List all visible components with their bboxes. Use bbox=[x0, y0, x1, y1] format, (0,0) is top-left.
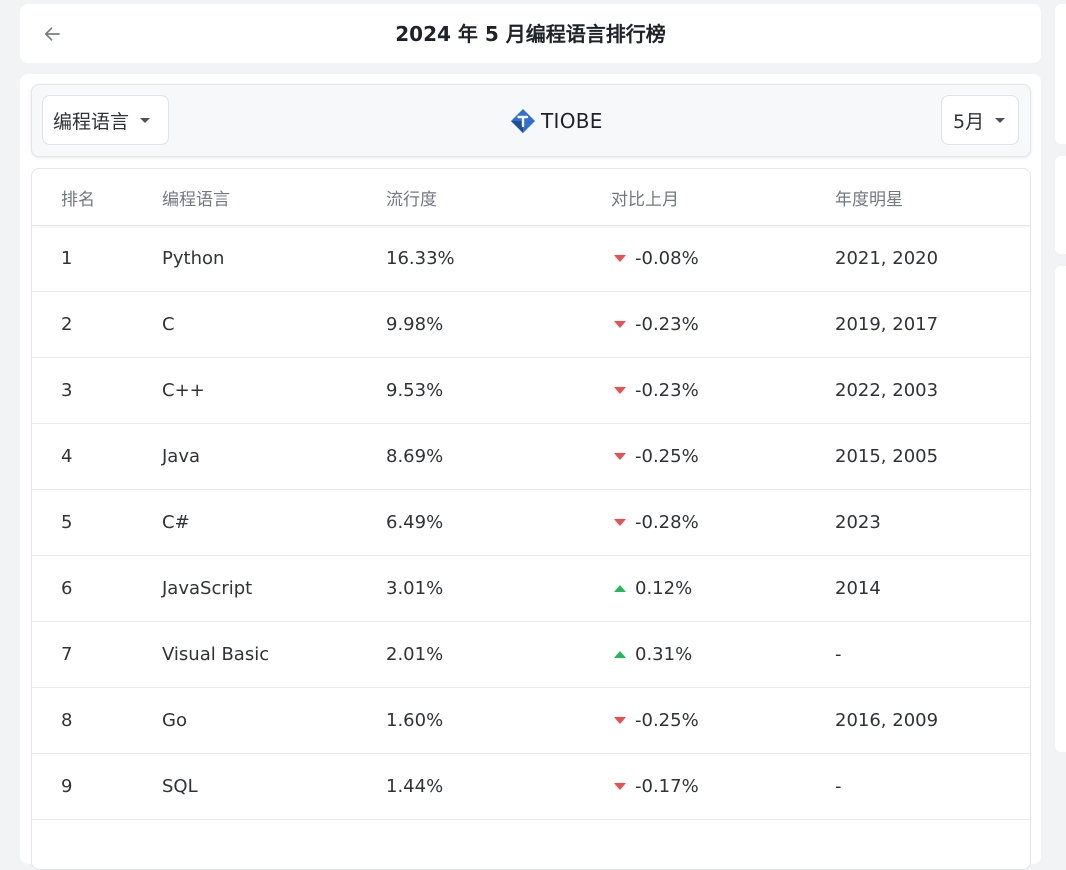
language-cell: C++ bbox=[162, 380, 205, 401]
change-cell: -0.23% bbox=[611, 292, 699, 357]
triangle-down-icon bbox=[614, 783, 626, 790]
hall-of-fame-cell: - bbox=[835, 776, 842, 797]
table-row[interactable]: 5 C# 6.49% -0.28% 2023 bbox=[32, 490, 1030, 556]
triangle-down-icon bbox=[614, 717, 626, 724]
triangle-down-icon bbox=[614, 453, 626, 460]
filter-toolbar: 编程语言 TIOBE 5月 bbox=[31, 84, 1031, 157]
change-value: -0.25% bbox=[635, 446, 699, 467]
change-cell: -0.25% bbox=[611, 688, 699, 753]
table-row[interactable]: 1 Python 16.33% -0.08% 2021, 2020 bbox=[32, 226, 1030, 292]
tiobe-brand: TIOBE bbox=[510, 108, 603, 134]
language-select[interactable]: 编程语言 bbox=[42, 95, 169, 145]
triangle-down-icon bbox=[614, 387, 626, 394]
hall-of-fame-cell: 2023 bbox=[835, 512, 881, 533]
ranking-panel: 编程语言 TIOBE 5月 排名 编程语言 流行度 对比上月 年度明星 1 Pyt… bbox=[20, 74, 1041, 870]
change-value: -0.28% bbox=[635, 512, 699, 533]
triangle-down-icon bbox=[614, 519, 626, 526]
ranking-table: 排名 编程语言 流行度 对比上月 年度明星 1 Python 16.33% -0.08… bbox=[31, 168, 1031, 870]
popularity-cell: 2.01% bbox=[386, 644, 444, 665]
brand-name: TIOBE bbox=[541, 109, 603, 133]
popularity-cell: 3.01% bbox=[386, 578, 444, 599]
table-row[interactable] bbox=[32, 820, 1030, 869]
popularity-cell: 1.60% bbox=[386, 710, 444, 731]
rank-cell: 3 bbox=[61, 380, 73, 401]
hall-of-fame-cell: 2021, 2020 bbox=[835, 248, 939, 269]
language-cell: Visual Basic bbox=[162, 644, 270, 665]
language-select-label: 编程语言 bbox=[53, 110, 130, 133]
change-value: -0.23% bbox=[635, 314, 699, 335]
month-select[interactable]: 5月 bbox=[941, 95, 1019, 145]
table-row[interactable]: 4 Java 8.69% -0.25% 2015, 2005 bbox=[32, 424, 1030, 490]
popularity-cell: 16.33% bbox=[386, 248, 455, 269]
table-row[interactable]: 6 JavaScript 3.01% 0.12% 2014 bbox=[32, 556, 1030, 622]
change-value: -0.23% bbox=[635, 380, 699, 401]
triangle-down-icon bbox=[614, 255, 626, 262]
change-value: 0.31% bbox=[635, 644, 693, 665]
tiobe-logo-icon bbox=[511, 109, 535, 133]
rank-cell: 8 bbox=[61, 710, 73, 731]
change-cell: 0.12% bbox=[611, 556, 692, 621]
page-title: 2024 年 5 月编程语言排行榜 bbox=[395, 22, 666, 46]
change-value: 0.12% bbox=[635, 578, 693, 599]
column-header-rank[interactable]: 排名 bbox=[61, 169, 95, 225]
change-cell: -0.17% bbox=[611, 754, 699, 819]
language-cell: Go bbox=[162, 710, 187, 731]
change-cell: -0.08% bbox=[611, 226, 699, 291]
table-header-row: 排名 编程语言 流行度 对比上月 年度明星 bbox=[32, 169, 1030, 226]
popularity-cell: 8.69% bbox=[386, 446, 444, 467]
popularity-cell: 1.44% bbox=[386, 776, 444, 797]
change-cell: 0.31% bbox=[611, 622, 692, 687]
column-header-hall-of-fame[interactable]: 年度明星 bbox=[835, 169, 903, 225]
caret-down-icon bbox=[140, 117, 151, 123]
page-header: 2024 年 5 月编程语言排行榜 bbox=[20, 4, 1041, 63]
language-cell: Java bbox=[162, 446, 201, 467]
popularity-cell: 9.53% bbox=[386, 380, 444, 401]
popularity-cell: 6.49% bbox=[386, 512, 444, 533]
rank-cell: 5 bbox=[61, 512, 73, 533]
rank-cell: 7 bbox=[61, 644, 73, 665]
language-cell: Python bbox=[162, 248, 225, 269]
table-row[interactable]: 9 SQL 1.44% -0.17% - bbox=[32, 754, 1030, 820]
rank-cell: 9 bbox=[61, 776, 73, 797]
change-cell: -0.25% bbox=[611, 424, 699, 489]
table-row[interactable]: 7 Visual Basic 2.01% 0.31% - bbox=[32, 622, 1030, 688]
side-card bbox=[1055, 266, 1066, 752]
month-select-label: 5月 bbox=[953, 110, 985, 133]
rank-cell: 2 bbox=[61, 314, 73, 335]
side-card bbox=[1055, 4, 1066, 144]
back-button[interactable] bbox=[38, 20, 66, 48]
language-cell: SQL bbox=[162, 776, 198, 797]
column-header-language[interactable]: 编程语言 bbox=[162, 169, 230, 225]
hall-of-fame-cell: 2014 bbox=[835, 578, 881, 599]
table-row[interactable]: 8 Go 1.60% -0.25% 2016, 2009 bbox=[32, 688, 1030, 754]
hall-of-fame-cell: 2019, 2017 bbox=[835, 314, 939, 335]
hall-of-fame-cell: - bbox=[835, 644, 842, 665]
arrow-left-icon bbox=[44, 27, 60, 41]
hall-of-fame-cell: 2015, 2005 bbox=[835, 446, 939, 467]
language-cell: C bbox=[162, 314, 175, 335]
language-cell: C# bbox=[162, 512, 190, 533]
caret-down-icon bbox=[995, 117, 1006, 123]
change-cell: -0.23% bbox=[611, 358, 699, 423]
popularity-cell: 9.98% bbox=[386, 314, 444, 335]
rank-cell: 6 bbox=[61, 578, 73, 599]
column-header-popularity[interactable]: 流行度 bbox=[386, 169, 437, 225]
table-row[interactable]: 2 C 9.98% -0.23% 2019, 2017 bbox=[32, 292, 1030, 358]
change-cell: -0.28% bbox=[611, 490, 699, 555]
hall-of-fame-cell: 2022, 2003 bbox=[835, 380, 939, 401]
triangle-up-icon bbox=[614, 651, 626, 658]
rank-cell: 4 bbox=[61, 446, 73, 467]
triangle-down-icon bbox=[614, 321, 626, 328]
column-header-change[interactable]: 对比上月 bbox=[611, 169, 679, 225]
change-value: -0.08% bbox=[635, 248, 699, 269]
change-value: -0.17% bbox=[635, 776, 699, 797]
change-value: -0.25% bbox=[635, 710, 699, 731]
rank-cell: 1 bbox=[61, 248, 73, 269]
language-cell: JavaScript bbox=[162, 578, 253, 599]
triangle-up-icon bbox=[614, 585, 626, 592]
side-card bbox=[1055, 156, 1066, 254]
hall-of-fame-cell: 2016, 2009 bbox=[835, 710, 939, 731]
table-row[interactable]: 3 C++ 9.53% -0.23% 2022, 2003 bbox=[32, 358, 1030, 424]
